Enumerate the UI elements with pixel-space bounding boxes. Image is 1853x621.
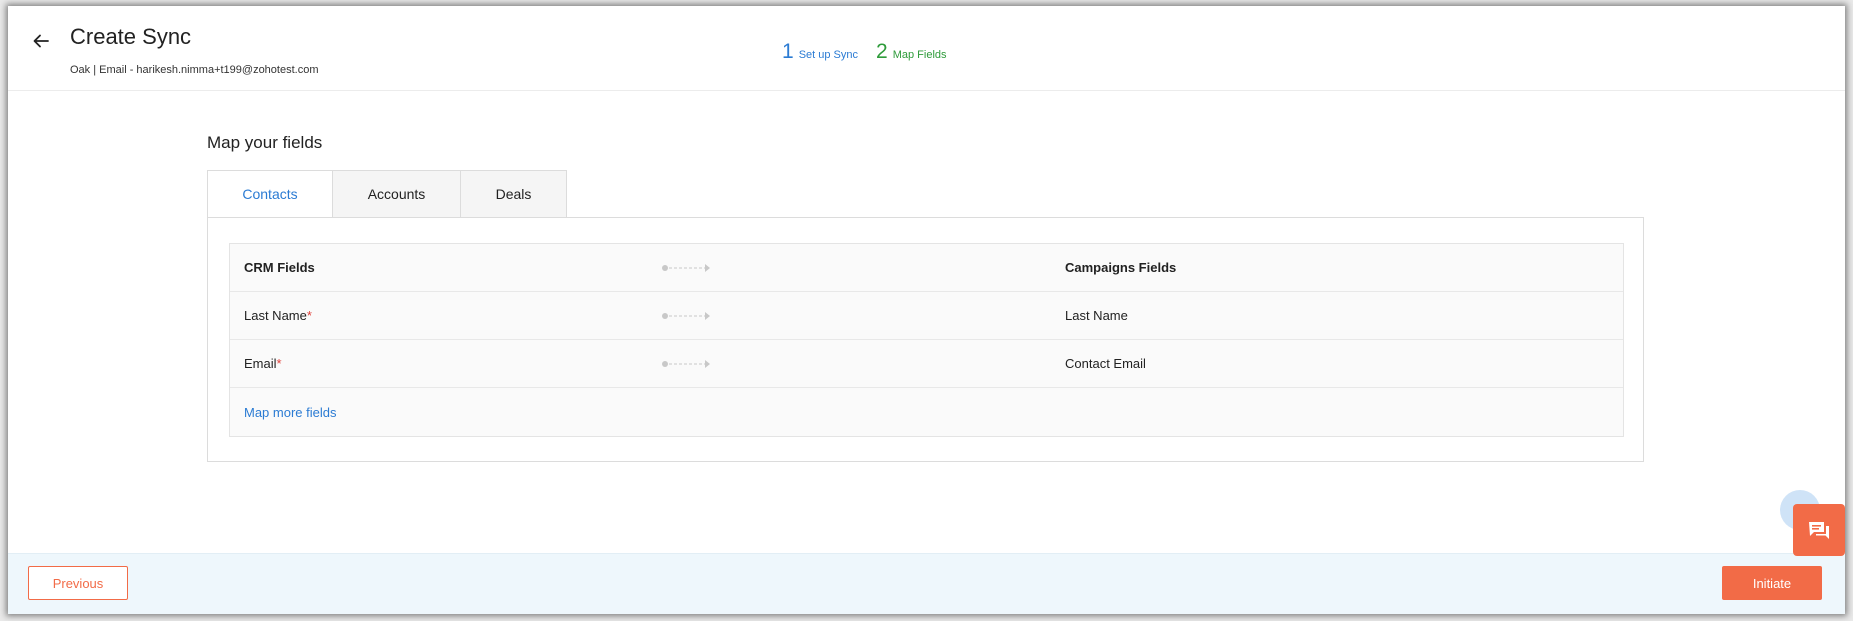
field-label: Last Name: [244, 308, 307, 323]
tab-contacts[interactable]: Contacts: [207, 170, 333, 218]
table-row: Last Name* Last Name: [230, 292, 1623, 340]
campaigns-fields-header: Campaigns Fields: [1065, 260, 1177, 275]
footer-bar: Previous Initiate: [8, 553, 1845, 614]
page-title: Create Sync: [70, 24, 192, 49]
initiate-button[interactable]: Initiate: [1722, 566, 1822, 600]
screen-background: Create Sync Oak | Email - harikesh.nimma…: [0, 0, 1853, 621]
dashed-arrow-icon: [662, 264, 710, 272]
page-subtitle: Oak | Email - harikesh.nimma+t199@zohote…: [70, 64, 319, 76]
dashed-arrow-icon: [662, 312, 710, 320]
tab-panel: CRM Fields Campaigns Fields Last Name* L…: [207, 217, 1644, 462]
campaign-field-last-name: Last Name: [1065, 308, 1128, 323]
step-number: 2: [876, 40, 888, 63]
section-title: Map your fields: [207, 133, 323, 152]
create-sync-window: Create Sync Oak | Email - harikesh.nimma…: [8, 6, 1845, 614]
arrow-left-icon: [33, 34, 49, 48]
table-header-row: CRM Fields Campaigns Fields: [230, 244, 1623, 292]
tab-accounts[interactable]: Accounts: [333, 170, 461, 218]
previous-button[interactable]: Previous: [28, 566, 128, 600]
crm-fields-header: CRM Fields: [244, 260, 315, 275]
crm-field-last-name: Last Name*: [244, 308, 312, 323]
campaign-field-contact-email: Contact Email: [1065, 356, 1146, 371]
back-button[interactable]: [28, 28, 54, 54]
step-label: Map Fields: [892, 49, 947, 61]
page-header: Create Sync Oak | Email - harikesh.nimma…: [8, 6, 1845, 91]
tab-deals[interactable]: Deals: [461, 170, 567, 218]
stepper: 1 Set up Sync 2 Map Fields: [782, 40, 947, 64]
module-tabs: Contacts Accounts Deals: [207, 170, 567, 218]
step-map-fields[interactable]: 2 Map Fields: [876, 40, 946, 64]
required-marker: *: [276, 356, 282, 371]
step-number: 1: [782, 40, 794, 63]
required-marker: *: [306, 308, 312, 323]
dashed-arrow-icon: [662, 360, 710, 368]
chat-icon: [1809, 522, 1829, 539]
field-label: Email: [244, 356, 277, 371]
map-more-fields-link[interactable]: Map more fields: [244, 405, 336, 420]
table-row: Map more fields: [230, 388, 1623, 436]
step-label: Set up Sync: [798, 49, 859, 61]
chat-button[interactable]: [1793, 504, 1845, 556]
field-mapping-table: CRM Fields Campaigns Fields Last Name* L…: [229, 243, 1624, 437]
table-row: Email* Contact Email: [230, 340, 1623, 388]
crm-field-email: Email*: [244, 356, 282, 371]
step-setup-sync[interactable]: 1 Set up Sync: [782, 40, 858, 64]
